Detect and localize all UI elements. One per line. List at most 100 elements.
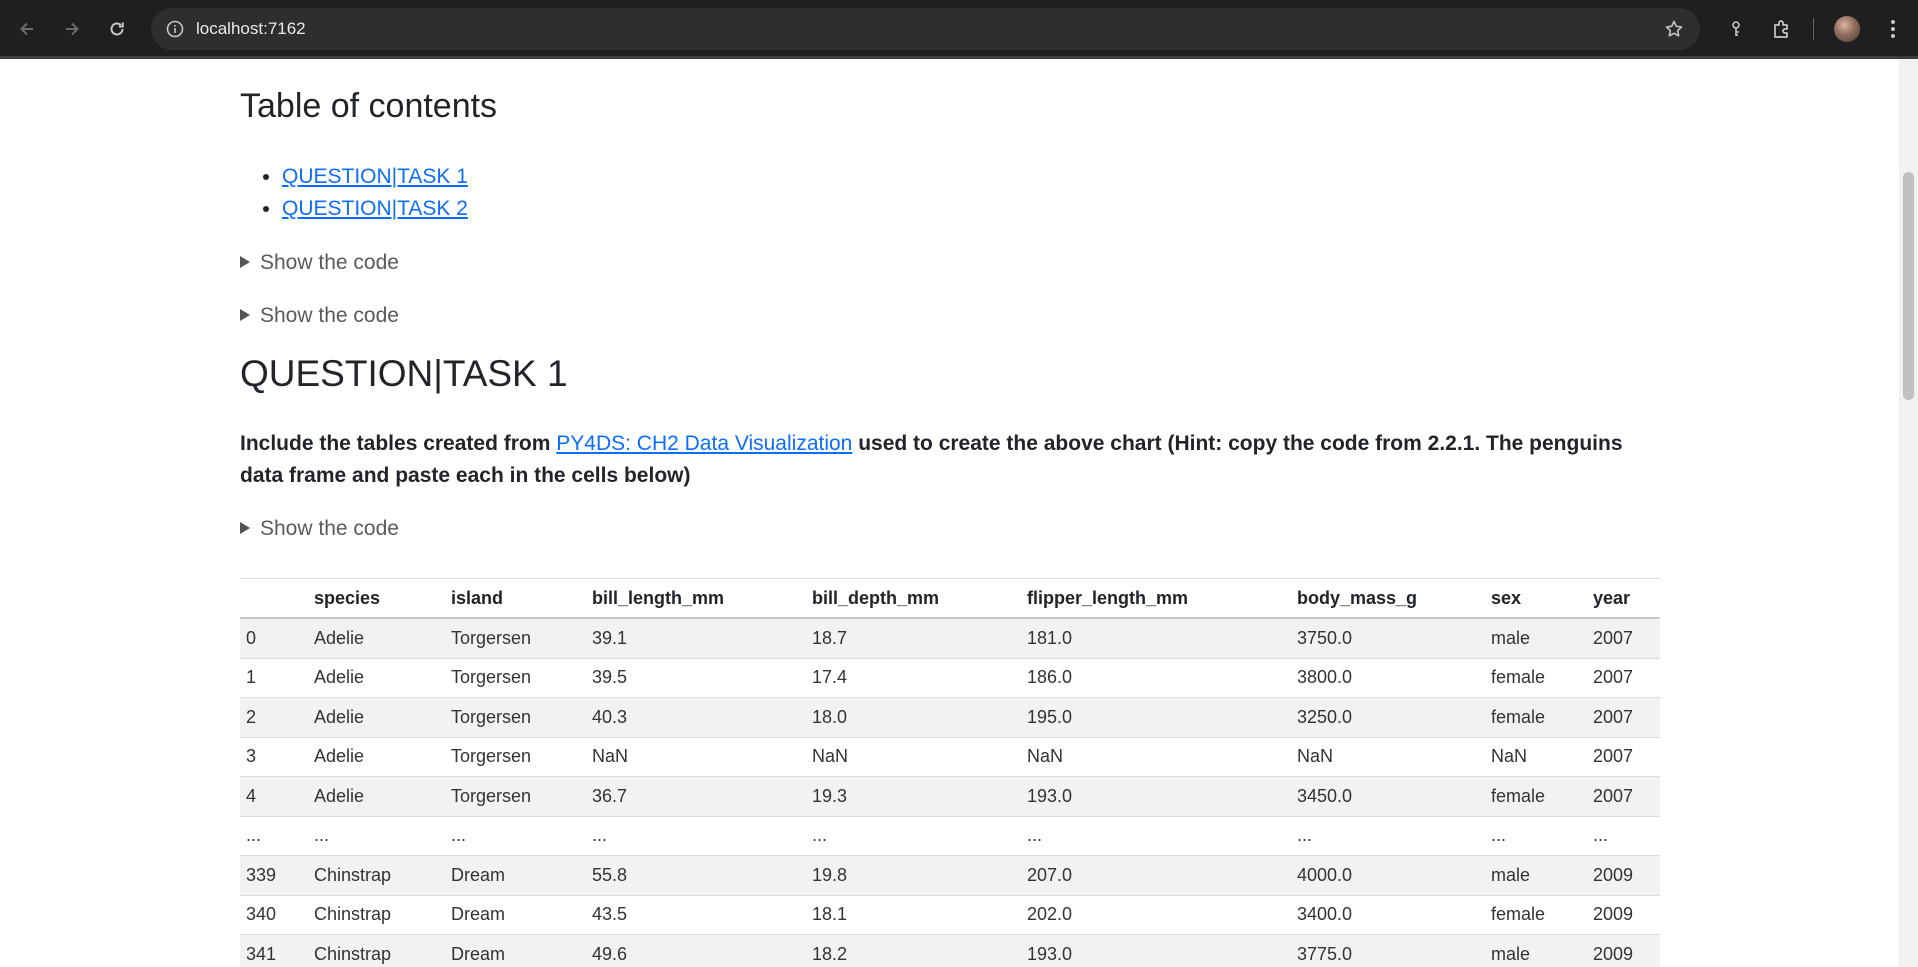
table-cell: 36.7 xyxy=(586,776,806,817)
table-cell: 2009 xyxy=(1587,855,1660,896)
table-cell: male xyxy=(1485,618,1587,659)
table-row: ........................... xyxy=(240,816,1660,856)
table-cell: 193.0 xyxy=(1021,934,1291,967)
table-cell: Chinstrap xyxy=(308,855,445,896)
table-cell: 195.0 xyxy=(1021,697,1291,738)
column-header: sex xyxy=(1485,578,1587,619)
show-code-toggle[interactable]: Show the code xyxy=(240,517,399,541)
table-body: 0 Adelie Torgersen 39.1 18.7 181.0 3750.0 male 2… xyxy=(240,618,1660,967)
table-cell: 193.0 xyxy=(1021,776,1291,817)
row-index-cell: 1 xyxy=(240,658,308,698)
table-cell: 2007 xyxy=(1587,776,1660,817)
profile-avatar[interactable] xyxy=(1834,16,1860,42)
column-header: bill_length_mm xyxy=(586,578,806,619)
py4ds-link[interactable]: PY4DS: CH2 Data Visualization xyxy=(556,432,852,455)
address-bar[interactable]: localhost:7162 xyxy=(151,8,1700,50)
table-cell: Torgersen xyxy=(445,618,586,659)
page-content: Table of contents QUESTION|TASK 1 QUESTI… xyxy=(0,59,1899,967)
table-row: 341 Chinstrap Dream 49.6 18.2 193.0 3775.0 male… xyxy=(240,934,1660,967)
row-index-cell: 4 xyxy=(240,776,308,817)
table-cell: female xyxy=(1485,895,1587,935)
back-arrow-icon xyxy=(20,22,33,36)
browser-toolbar: localhost:7162 xyxy=(0,0,1918,59)
table-cell: female xyxy=(1485,776,1587,817)
table-cell: ... xyxy=(1291,816,1485,856)
table-cell: female xyxy=(1485,697,1587,738)
table-cell: Torgersen xyxy=(445,658,586,698)
table-cell: 18.1 xyxy=(806,895,1021,935)
row-index-cell: 339 xyxy=(240,855,308,896)
table-cell: Chinstrap xyxy=(308,934,445,967)
site-info-icon xyxy=(166,20,184,38)
table-cell: ... xyxy=(445,816,586,856)
table-row: 0 Adelie Torgersen 39.1 18.7 181.0 3750.0 male 2… xyxy=(240,618,1660,659)
disclosure-triangle-icon xyxy=(240,309,250,321)
table-row: 2 Adelie Torgersen 40.3 18.0 195.0 3250.0 femal… xyxy=(240,697,1660,738)
url-text[interactable]: localhost:7162 xyxy=(196,19,306,39)
table-cell: Torgersen xyxy=(445,776,586,817)
section-instructions: Include the tables created from PY4DS: C… xyxy=(240,428,1660,492)
row-index-cell: 340 xyxy=(240,895,308,935)
table-cell: 49.6 xyxy=(586,934,806,967)
password-key-button[interactable] xyxy=(1721,14,1751,44)
table-cell: 2009 xyxy=(1587,934,1660,967)
page-scrollbar-thumb[interactable] xyxy=(1903,172,1914,400)
row-index-cell: ... xyxy=(240,816,308,856)
table-cell: 186.0 xyxy=(1021,658,1291,698)
table-row: 339 Chinstrap Dream 55.8 19.8 207.0 4000.0 male… xyxy=(240,855,1660,896)
show-code-toggle[interactable]: Show the code xyxy=(240,251,399,275)
toc-link-task-2[interactable]: QUESTION|TASK 2 xyxy=(282,197,468,220)
penguins-dataframe: species island bill_length_mm bill_depth… xyxy=(240,578,1660,967)
table-cell: NaN xyxy=(1485,737,1587,777)
table-row: 3 Adelie Torgersen NaN NaN NaN NaN NaN 2007 xyxy=(240,737,1660,777)
toc-item: QUESTION|TASK 1 xyxy=(282,161,468,193)
table-cell: ... xyxy=(586,816,806,856)
table-cell: 18.2 xyxy=(806,934,1021,967)
table-cell: ... xyxy=(308,816,445,856)
table-cell: NaN xyxy=(1291,737,1485,777)
table-cell: 3775.0 xyxy=(1291,934,1485,967)
toggle-label: Show the code xyxy=(260,304,399,327)
table-cell: 39.1 xyxy=(586,618,806,659)
table-cell: 19.8 xyxy=(806,855,1021,896)
table-cell: ... xyxy=(1021,816,1291,856)
table-cell: ... xyxy=(806,816,1021,856)
table-cell: 2007 xyxy=(1587,697,1660,738)
table-cell: Adelie xyxy=(308,737,445,777)
row-index-cell: 341 xyxy=(240,934,308,967)
column-header: year xyxy=(1587,578,1660,619)
table-cell: Chinstrap xyxy=(308,895,445,935)
toc-item: QUESTION|TASK 2 xyxy=(282,193,468,225)
reload-button[interactable] xyxy=(100,12,134,46)
table-cell: 18.7 xyxy=(806,618,1021,659)
row-index-cell: 3 xyxy=(240,737,308,777)
site-info-button[interactable] xyxy=(163,17,187,41)
column-header xyxy=(240,578,308,619)
table-cell: ... xyxy=(1587,816,1660,856)
row-index-cell: 2 xyxy=(240,697,308,738)
toc-link-task-1[interactable]: QUESTION|TASK 1 xyxy=(282,165,468,188)
table-cell: Dream xyxy=(445,895,586,935)
table-cell: Dream xyxy=(445,934,586,967)
show-code-toggle[interactable]: Show the code xyxy=(240,304,399,328)
password-key-icon xyxy=(1732,21,1740,36)
extensions-button[interactable] xyxy=(1767,14,1797,44)
table-row: 340 Chinstrap Dream 43.5 18.1 202.0 3400.0 fema… xyxy=(240,895,1660,935)
table-cell: 2007 xyxy=(1587,618,1660,659)
table-cell: 17.4 xyxy=(806,658,1021,698)
section-heading: QUESTION|TASK 1 xyxy=(240,353,568,394)
table-cell: 4000.0 xyxy=(1291,855,1485,896)
toggle-label: Show the code xyxy=(260,251,399,274)
disclosure-triangle-icon xyxy=(240,256,250,268)
back-button[interactable] xyxy=(10,12,44,46)
bookmark-button[interactable] xyxy=(1662,17,1686,41)
forward-button[interactable] xyxy=(55,12,89,46)
forward-arrow-icon xyxy=(66,22,79,36)
table-row: 4 Adelie Torgersen 36.7 19.3 193.0 3450.0 femal… xyxy=(240,776,1660,817)
more-menu-button[interactable] xyxy=(1878,14,1908,44)
table-cell: 2007 xyxy=(1587,737,1660,777)
table-cell: 3450.0 xyxy=(1291,776,1485,817)
table-cell: NaN xyxy=(806,737,1021,777)
bookmark-star-icon xyxy=(1665,20,1683,37)
table-cell: 18.0 xyxy=(806,697,1021,738)
